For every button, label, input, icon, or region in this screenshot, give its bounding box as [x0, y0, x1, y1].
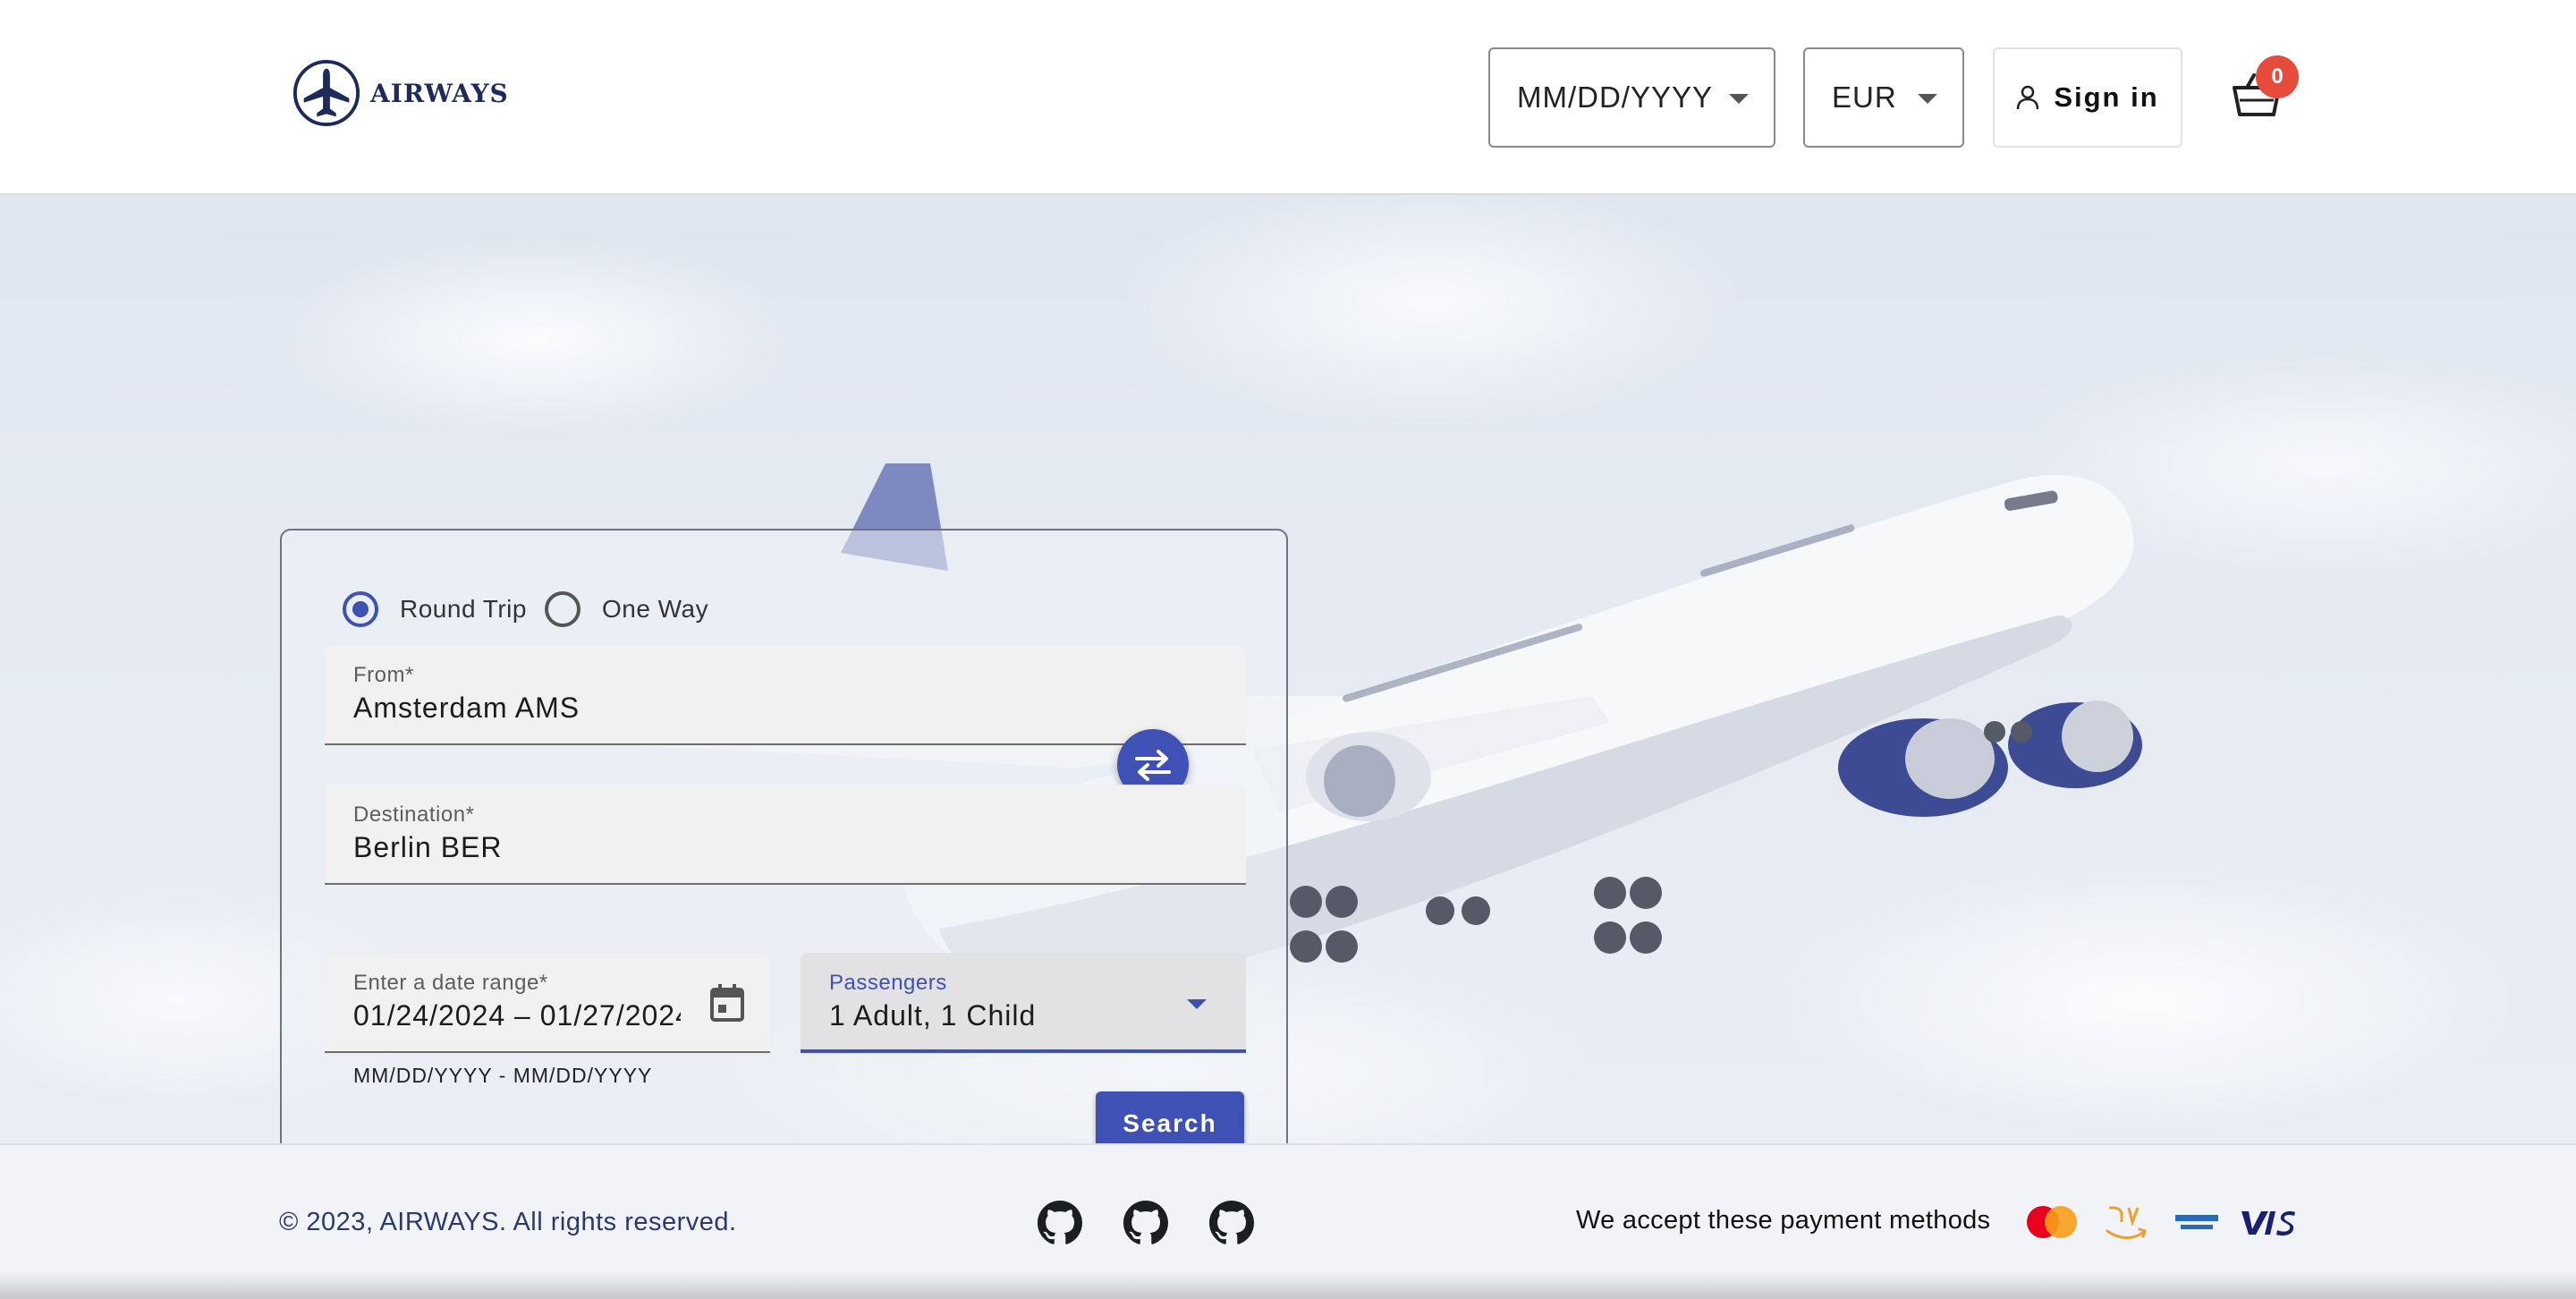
- calendar-icon[interactable]: [709, 983, 745, 1023]
- github-icon[interactable]: [1123, 1201, 1168, 1245]
- date-format-hint: MM/DD/YYYY - MM/DD/YYYY: [353, 1064, 653, 1087]
- github-icon[interactable]: [1038, 1201, 1082, 1245]
- date-range-field[interactable]: Enter a date range* 01/24/2024 – 01/27/2…: [325, 953, 770, 1053]
- swap-arrows-icon: [1135, 750, 1171, 781]
- american-express-icon: [2175, 1215, 2218, 1229]
- github-icon[interactable]: [1209, 1201, 1254, 1245]
- destination-value[interactable]: Berlin BER: [353, 831, 503, 864]
- brand-name: AIRWAYS: [370, 78, 509, 108]
- chevron-down-icon: [1729, 94, 1749, 104]
- payment-methods-text: We accept these payment methods: [1576, 1206, 1991, 1235]
- visa-icon: [2241, 1210, 2295, 1236]
- one-way-radio[interactable]: [544, 591, 580, 627]
- currency-select[interactable]: EUR: [1803, 47, 1964, 148]
- sign-in-button[interactable]: Sign in: [1993, 47, 2182, 148]
- chevron-down-icon: [1918, 94, 1937, 104]
- cart-count-badge: 0: [2256, 55, 2299, 98]
- amazon-pay-icon: [2106, 1206, 2147, 1239]
- destination-label: Destination*: [353, 802, 475, 827]
- trip-type-group: Round Trip One Way: [343, 591, 726, 627]
- top-header: AIRWAYS MM/DD/YYYY EUR Sign in 0: [0, 0, 2576, 195]
- brand-logo[interactable]: AIRWAYS: [292, 57, 509, 129]
- round-trip-label[interactable]: Round Trip: [400, 595, 527, 624]
- chevron-down-icon: [1187, 999, 1207, 1009]
- mastercard-icon: [2027, 1206, 2077, 1238]
- one-way-label[interactable]: One Way: [602, 595, 708, 624]
- airplane-logo-icon: [292, 59, 360, 127]
- search-button[interactable]: Search: [1096, 1091, 1244, 1143]
- hero-section: Round Trip One Way From* Amsterdam AMS D…: [0, 195, 2576, 1143]
- from-field[interactable]: From* Amsterdam AMS: [325, 645, 1246, 745]
- destination-field[interactable]: Destination* Berlin BER: [325, 785, 1246, 885]
- round-trip-radio[interactable]: [343, 591, 378, 627]
- user-icon: [2017, 85, 2039, 110]
- date-range-value[interactable]: 01/24/2024 – 01/27/2024: [353, 999, 681, 1032]
- passengers-select[interactable]: Passengers 1 Adult, 1 Child: [801, 953, 1246, 1053]
- footer: © 2023, AIRWAYS. All rights reserved. We…: [0, 1143, 2576, 1299]
- date-format-value: MM/DD/YYYY: [1517, 81, 1714, 114]
- date-range-label: Enter a date range*: [353, 971, 548, 995]
- from-label: From*: [353, 663, 414, 687]
- copyright-text: © 2023, AIRWAYS. All rights reserved.: [279, 1208, 737, 1236]
- flight-search-form: Round Trip One Way From* Amsterdam AMS D…: [280, 529, 1288, 1143]
- sign-in-label: Sign in: [2054, 81, 2159, 113]
- date-format-select[interactable]: MM/DD/YYYY: [1488, 47, 1775, 148]
- passengers-label: Passengers: [829, 971, 947, 995]
- currency-value: EUR: [1832, 81, 1897, 114]
- passengers-value[interactable]: 1 Adult, 1 Child: [829, 999, 1036, 1032]
- from-value[interactable]: Amsterdam AMS: [353, 692, 580, 725]
